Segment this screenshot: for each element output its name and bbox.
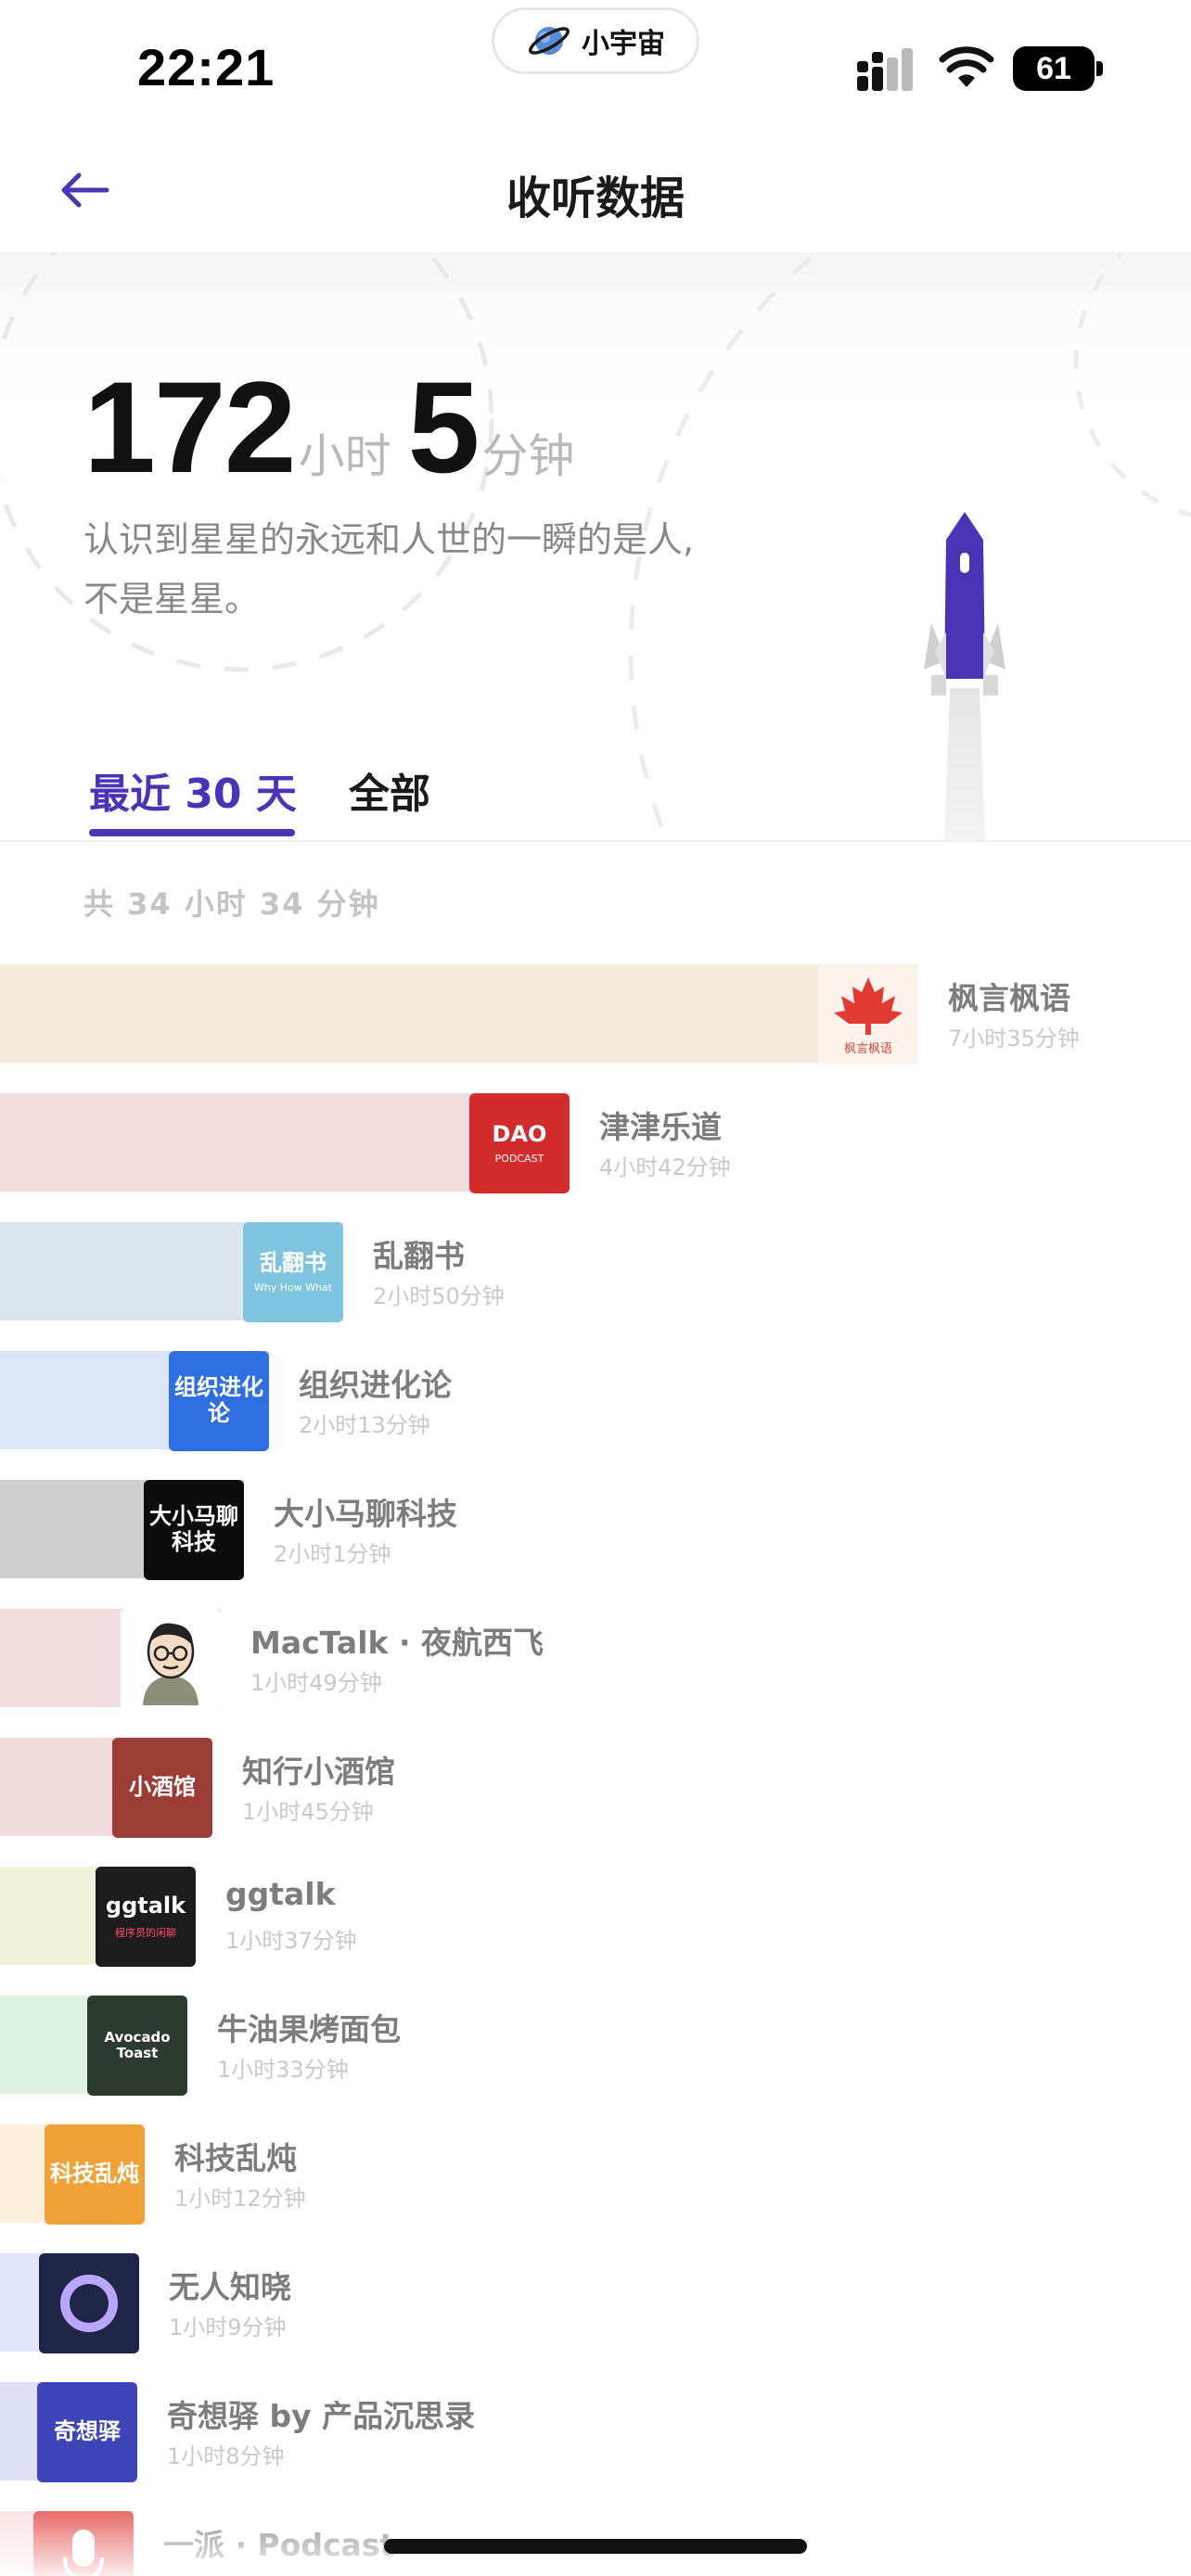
listening-duration: 1小时8分钟 xyxy=(167,2443,285,2469)
podcast-row[interactable]: 组织进化论 组织进化论 2小时13分钟 xyxy=(0,1349,1191,1451)
podcast-cover[interactable]: 小酒馆 xyxy=(112,1738,212,1838)
podcast-row[interactable]: DAO PODCAST 津津乐道 4小时42分钟 xyxy=(0,1091,1191,1193)
listening-duration: 2小时13分钟 xyxy=(299,1412,430,1438)
cover-title: DAO xyxy=(492,1120,547,1147)
podcast-name[interactable]: MacTalk · 夜航西飞 xyxy=(250,1618,544,1663)
cover-title: ggtalk xyxy=(105,1893,186,1919)
podcast-name[interactable]: 乱翻书 xyxy=(373,1231,465,1276)
quote-line-1: 认识到星星的永远和人世的一瞬的是人, xyxy=(83,519,695,560)
listening-duration: 1小时12分钟 xyxy=(174,2186,306,2212)
podcast-row[interactable]: 枫言枫语 枫言枫语 7小时35分钟 xyxy=(0,963,1191,1065)
wifi-icon xyxy=(939,46,994,87)
podcast-cover[interactable]: 大小马聊科技 xyxy=(144,1480,244,1580)
planet-icon xyxy=(529,27,570,55)
podcast-row[interactable]: 无人知晓 1小时9分钟 xyxy=(0,2251,1191,2353)
bottom-fade xyxy=(0,2494,1191,2576)
quote-line-2: 不是星星。 xyxy=(83,579,261,619)
podcast-row[interactable]: ggtalk 程序员的闲聊 ggtalk 1小时37分钟 xyxy=(0,1865,1191,1967)
podcast-cover[interactable]: 组织进化论 xyxy=(169,1351,269,1451)
podcast-cover[interactable]: ggtalk 程序员的闲聊 xyxy=(96,1867,196,1967)
podcast-row[interactable]: 乱翻书 Why How What 乱翻书 2小时50分钟 xyxy=(0,1220,1191,1322)
podcast-cover[interactable]: 乱翻书 Why How What xyxy=(243,1222,343,1322)
listening-duration: 1小时37分钟 xyxy=(225,1928,357,1954)
minutes-unit: 分钟 xyxy=(481,429,575,483)
podcast-row[interactable]: Avocado Toast 牛油果烤面包 1小时33分钟 xyxy=(0,1994,1191,2096)
listening-duration: 2小时1分钟 xyxy=(274,1541,391,1567)
podcast-cover[interactable]: 奇想驿 xyxy=(37,2382,137,2482)
page-title: 收听数据 xyxy=(506,172,685,224)
listening-duration: 1小时49分钟 xyxy=(250,1670,382,1696)
nav-bar: 收听数据 xyxy=(0,130,1191,250)
listening-duration: 1小时45分钟 xyxy=(242,1799,374,1825)
cover-subtitle: PODCAST xyxy=(494,1153,544,1166)
podcast-cover[interactable]: Avocado Toast xyxy=(87,1996,187,2096)
podcast-row[interactable]: 奇想驿 奇想驿 by 产品沉思录 1小时8分钟 xyxy=(0,2380,1191,2482)
podcast-name[interactable]: 无人知晓 xyxy=(169,2263,291,2307)
range-tabs: 最近 30 天 全部 xyxy=(0,733,1191,842)
cover-title: 科技乱炖 xyxy=(50,2161,139,2187)
tab-all[interactable]: 全部 xyxy=(349,760,430,820)
quote: 认识到星星的永远和人世的一瞬的是人, 不是星星。 xyxy=(83,510,826,629)
listening-time-bar xyxy=(0,964,918,1063)
minutes-value: 5 xyxy=(407,354,480,500)
home-indicator[interactable] xyxy=(384,2539,807,2554)
cover-title: 乱翻书 xyxy=(260,1249,327,1276)
podcast-cover[interactable]: 科技乱炖 xyxy=(45,2124,145,2225)
cover-title: 小酒馆 xyxy=(129,1774,196,1801)
signal-icon xyxy=(857,48,913,91)
cover-title: 大小马聊科技 xyxy=(149,1503,238,1555)
listening-duration: 1小时9分钟 xyxy=(169,2315,287,2340)
cover-title: Avocado Toast xyxy=(104,2028,171,2061)
tab-last-30-days[interactable]: 最近 30 天 xyxy=(89,760,297,820)
podcast-name[interactable]: 组织进化论 xyxy=(299,1360,452,1405)
cartoon-avatar-icon xyxy=(143,1623,198,1705)
cover-title: 枫言枫语 xyxy=(843,1041,892,1056)
cover-subtitle: 程序员的闲聊 xyxy=(115,1926,176,1939)
app-pill-label: 小宇宙 xyxy=(582,28,665,60)
podcast-name[interactable]: ggtalk xyxy=(225,1876,336,1912)
status-time: 22:21 xyxy=(137,38,275,96)
period-total: 共 34 小时 34 分钟 xyxy=(83,886,380,922)
podcast-name[interactable]: 牛油果烤面包 xyxy=(217,2005,401,2049)
divider xyxy=(0,840,1191,842)
podcast-name[interactable]: 奇想驿 by 产品沉思录 xyxy=(167,2391,475,2436)
podcast-row[interactable]: 科技乱炖 科技乱炖 1小时12分钟 xyxy=(0,2123,1191,2225)
podcast-row[interactable]: 大小马聊科技 大小马聊科技 2小时1分钟 xyxy=(0,1478,1191,1580)
hours-value: 172 xyxy=(83,354,297,500)
listening-duration: 4小时42分钟 xyxy=(599,1154,731,1180)
cover-subtitle: Why How What xyxy=(253,1282,333,1294)
cover-title: 奇想驿 xyxy=(54,2418,121,2445)
ring-icon xyxy=(60,2275,118,2332)
podcast-row[interactable]: 小酒馆 知行小酒馆 1小时45分钟 xyxy=(0,1736,1191,1838)
hours-unit: 小时 xyxy=(298,429,391,483)
podcast-row[interactable]: MacTalk · 夜航西飞 1小时49分钟 xyxy=(0,1607,1191,1709)
podcast-cover[interactable] xyxy=(121,1609,221,1709)
battery-icon: 61 xyxy=(1013,46,1104,91)
app-pill[interactable]: 小宇宙 xyxy=(492,7,699,74)
cover-title: 组织进化论 xyxy=(174,1374,263,1426)
podcast-cover[interactable]: 枫言枫语 xyxy=(818,964,918,1065)
podcast-name[interactable]: 枫言枫语 xyxy=(948,974,1070,1018)
listening-duration: 1小时33分钟 xyxy=(217,2057,349,2083)
status-bar: 22:21 小宇宙 61 xyxy=(0,0,1191,130)
maple-leaf-icon xyxy=(834,976,903,1035)
podcast-cover[interactable] xyxy=(39,2253,139,2353)
listening-duration: 7小时35分钟 xyxy=(948,1026,1080,1052)
podcast-name[interactable]: 津津乐道 xyxy=(599,1103,722,1147)
podcast-name[interactable]: 科技乱炖 xyxy=(174,2134,297,2178)
total-listening-time: 172 小时 5 分钟 xyxy=(83,352,591,503)
podcast-name[interactable]: 知行小酒馆 xyxy=(242,1747,395,1792)
podcast-cover[interactable]: DAO PODCAST xyxy=(469,1093,570,1193)
battery-level: 61 xyxy=(1013,46,1095,91)
active-tab-indicator xyxy=(89,829,295,836)
podcast-name[interactable]: 大小马聊科技 xyxy=(274,1489,457,1534)
listening-duration: 2小时50分钟 xyxy=(373,1283,505,1309)
